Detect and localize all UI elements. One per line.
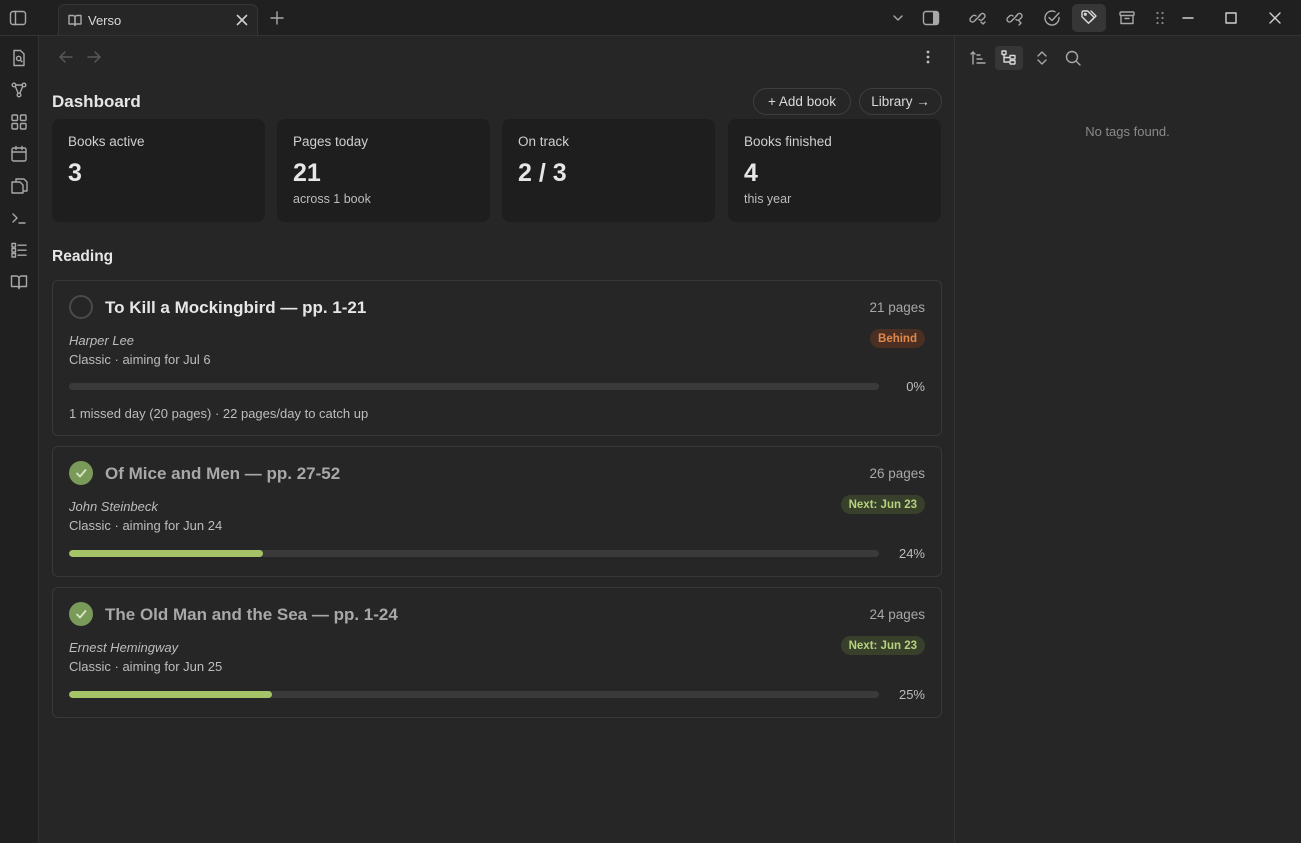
progress-percent: 24% [898, 546, 925, 561]
back-arrow-icon[interactable] [54, 47, 78, 67]
close-tab-icon[interactable] [234, 12, 250, 28]
main-content: Dashboard + Add book Library → Books act… [40, 36, 953, 843]
forward-arrow-icon[interactable] [82, 47, 106, 67]
progress-percent: 25% [898, 687, 925, 702]
dashboard-grid-icon[interactable] [8, 111, 30, 133]
stat-label: Books finished [744, 134, 832, 149]
calendar-icon[interactable] [8, 143, 30, 165]
stat-label: Pages today [293, 134, 369, 149]
right-sidebar-toggle-icon[interactable] [913, 0, 949, 36]
progress-bar [69, 383, 879, 390]
stat-label: Books active [68, 134, 145, 149]
outgoing-links-icon[interactable] [997, 0, 1033, 36]
book-meta: Classic · aiming for Jun 24 [69, 518, 223, 533]
stat-sub: this year [744, 192, 792, 206]
new-tab-icon[interactable] [259, 0, 295, 36]
graph-view-icon[interactable] [8, 79, 30, 101]
stat-value: 3 [68, 159, 82, 187]
stat-value: 2 / 3 [518, 159, 567, 187]
book-card: The Old Man and the Sea — pp. 1-24 24 pa… [52, 587, 942, 718]
stat-card-books-active: Books active 3 [52, 119, 265, 222]
status-badge: Behind [870, 329, 925, 348]
incomplete-check-icon[interactable] [69, 295, 93, 319]
progress-bar [69, 550, 879, 557]
stat-card-pages-today: Pages today 21 across 1 book [277, 119, 490, 222]
close-window-icon[interactable] [1257, 0, 1293, 36]
book-author: Ernest Hemingway [69, 640, 179, 655]
expand-collapse-icon[interactable] [1028, 46, 1056, 70]
copy-files-icon[interactable] [8, 175, 30, 197]
book-title: To Kill a Mockingbird — pp. 1-21 [105, 298, 367, 317]
title-bar: Verso [0, 0, 1301, 36]
stat-value: 4 [744, 159, 758, 187]
book-author: John Steinbeck [69, 499, 158, 514]
terminal-icon[interactable] [8, 207, 30, 229]
stat-card-on-track: On track 2 / 3 [502, 119, 715, 222]
reading-book-icon[interactable] [8, 271, 30, 293]
tags-icon[interactable] [1072, 4, 1106, 32]
completed-check-icon[interactable] [69, 602, 93, 626]
dashboard-title: Dashboard [52, 92, 141, 111]
tab-verso[interactable]: Verso [58, 4, 258, 36]
stat-sub: across 1 book [293, 192, 371, 206]
book-pages: 26 pages [869, 466, 925, 481]
progress-fill [69, 550, 264, 557]
reading-section-title: Reading [52, 248, 114, 265]
search-file-icon[interactable] [8, 47, 30, 69]
book-open-icon [68, 13, 82, 27]
tasks-check-icon[interactable] [1034, 0, 1070, 36]
library-button[interactable]: Library → [859, 88, 942, 115]
stat-label: On track [518, 134, 570, 149]
backlinks-icon[interactable] [960, 0, 996, 36]
progress-percent: 0% [906, 379, 925, 394]
book-meta: Classic · aiming for Jun 25 [69, 659, 223, 674]
book-author: Harper Lee [69, 333, 135, 348]
tab-list-chevron-icon[interactable] [880, 0, 916, 36]
book-title: The Old Man and the Sea — pp. 1-24 [105, 605, 398, 624]
tab-title: Verso [88, 13, 122, 28]
left-ribbon [0, 36, 39, 843]
empty-tags-message: No tags found. [1085, 124, 1170, 139]
progress-bar [69, 691, 879, 698]
checklist-icon[interactable] [8, 239, 30, 261]
book-meta: Classic · aiming for Jul 6 [69, 352, 211, 367]
book-card: Of Mice and Men — pp. 27-52 26 pages Joh… [52, 446, 942, 577]
tag-tree-view-icon[interactable] [995, 46, 1023, 70]
right-panel: No tags found. [954, 36, 1301, 843]
add-book-button[interactable]: + Add book [753, 88, 851, 115]
book-pages: 24 pages [869, 607, 925, 622]
search-icon[interactable] [1059, 46, 1087, 70]
completed-check-icon[interactable] [69, 461, 93, 485]
more-options-icon[interactable] [916, 47, 940, 67]
archive-icon[interactable] [1109, 0, 1145, 36]
sidebar-toggle-icon[interactable] [0, 0, 36, 36]
sort-order-icon[interactable] [964, 46, 992, 70]
status-badge: Next: Jun 23 [840, 636, 925, 655]
progress-fill [69, 691, 272, 698]
stat-value: 21 [293, 159, 321, 187]
minimize-icon[interactable] [1170, 0, 1206, 36]
book-title: Of Mice and Men — pp. 27-52 [105, 464, 341, 483]
stat-card-books-finished: Books finished 4 this year [728, 119, 941, 222]
catch-up-note: 1 missed day (20 pages) · 22 pages/day t… [69, 406, 369, 421]
maximize-icon[interactable] [1213, 0, 1249, 36]
book-pages: 21 pages [869, 300, 925, 315]
status-badge: Next: Jun 23 [840, 495, 925, 514]
book-card: To Kill a Mockingbird — pp. 1-21 21 page… [52, 280, 942, 436]
